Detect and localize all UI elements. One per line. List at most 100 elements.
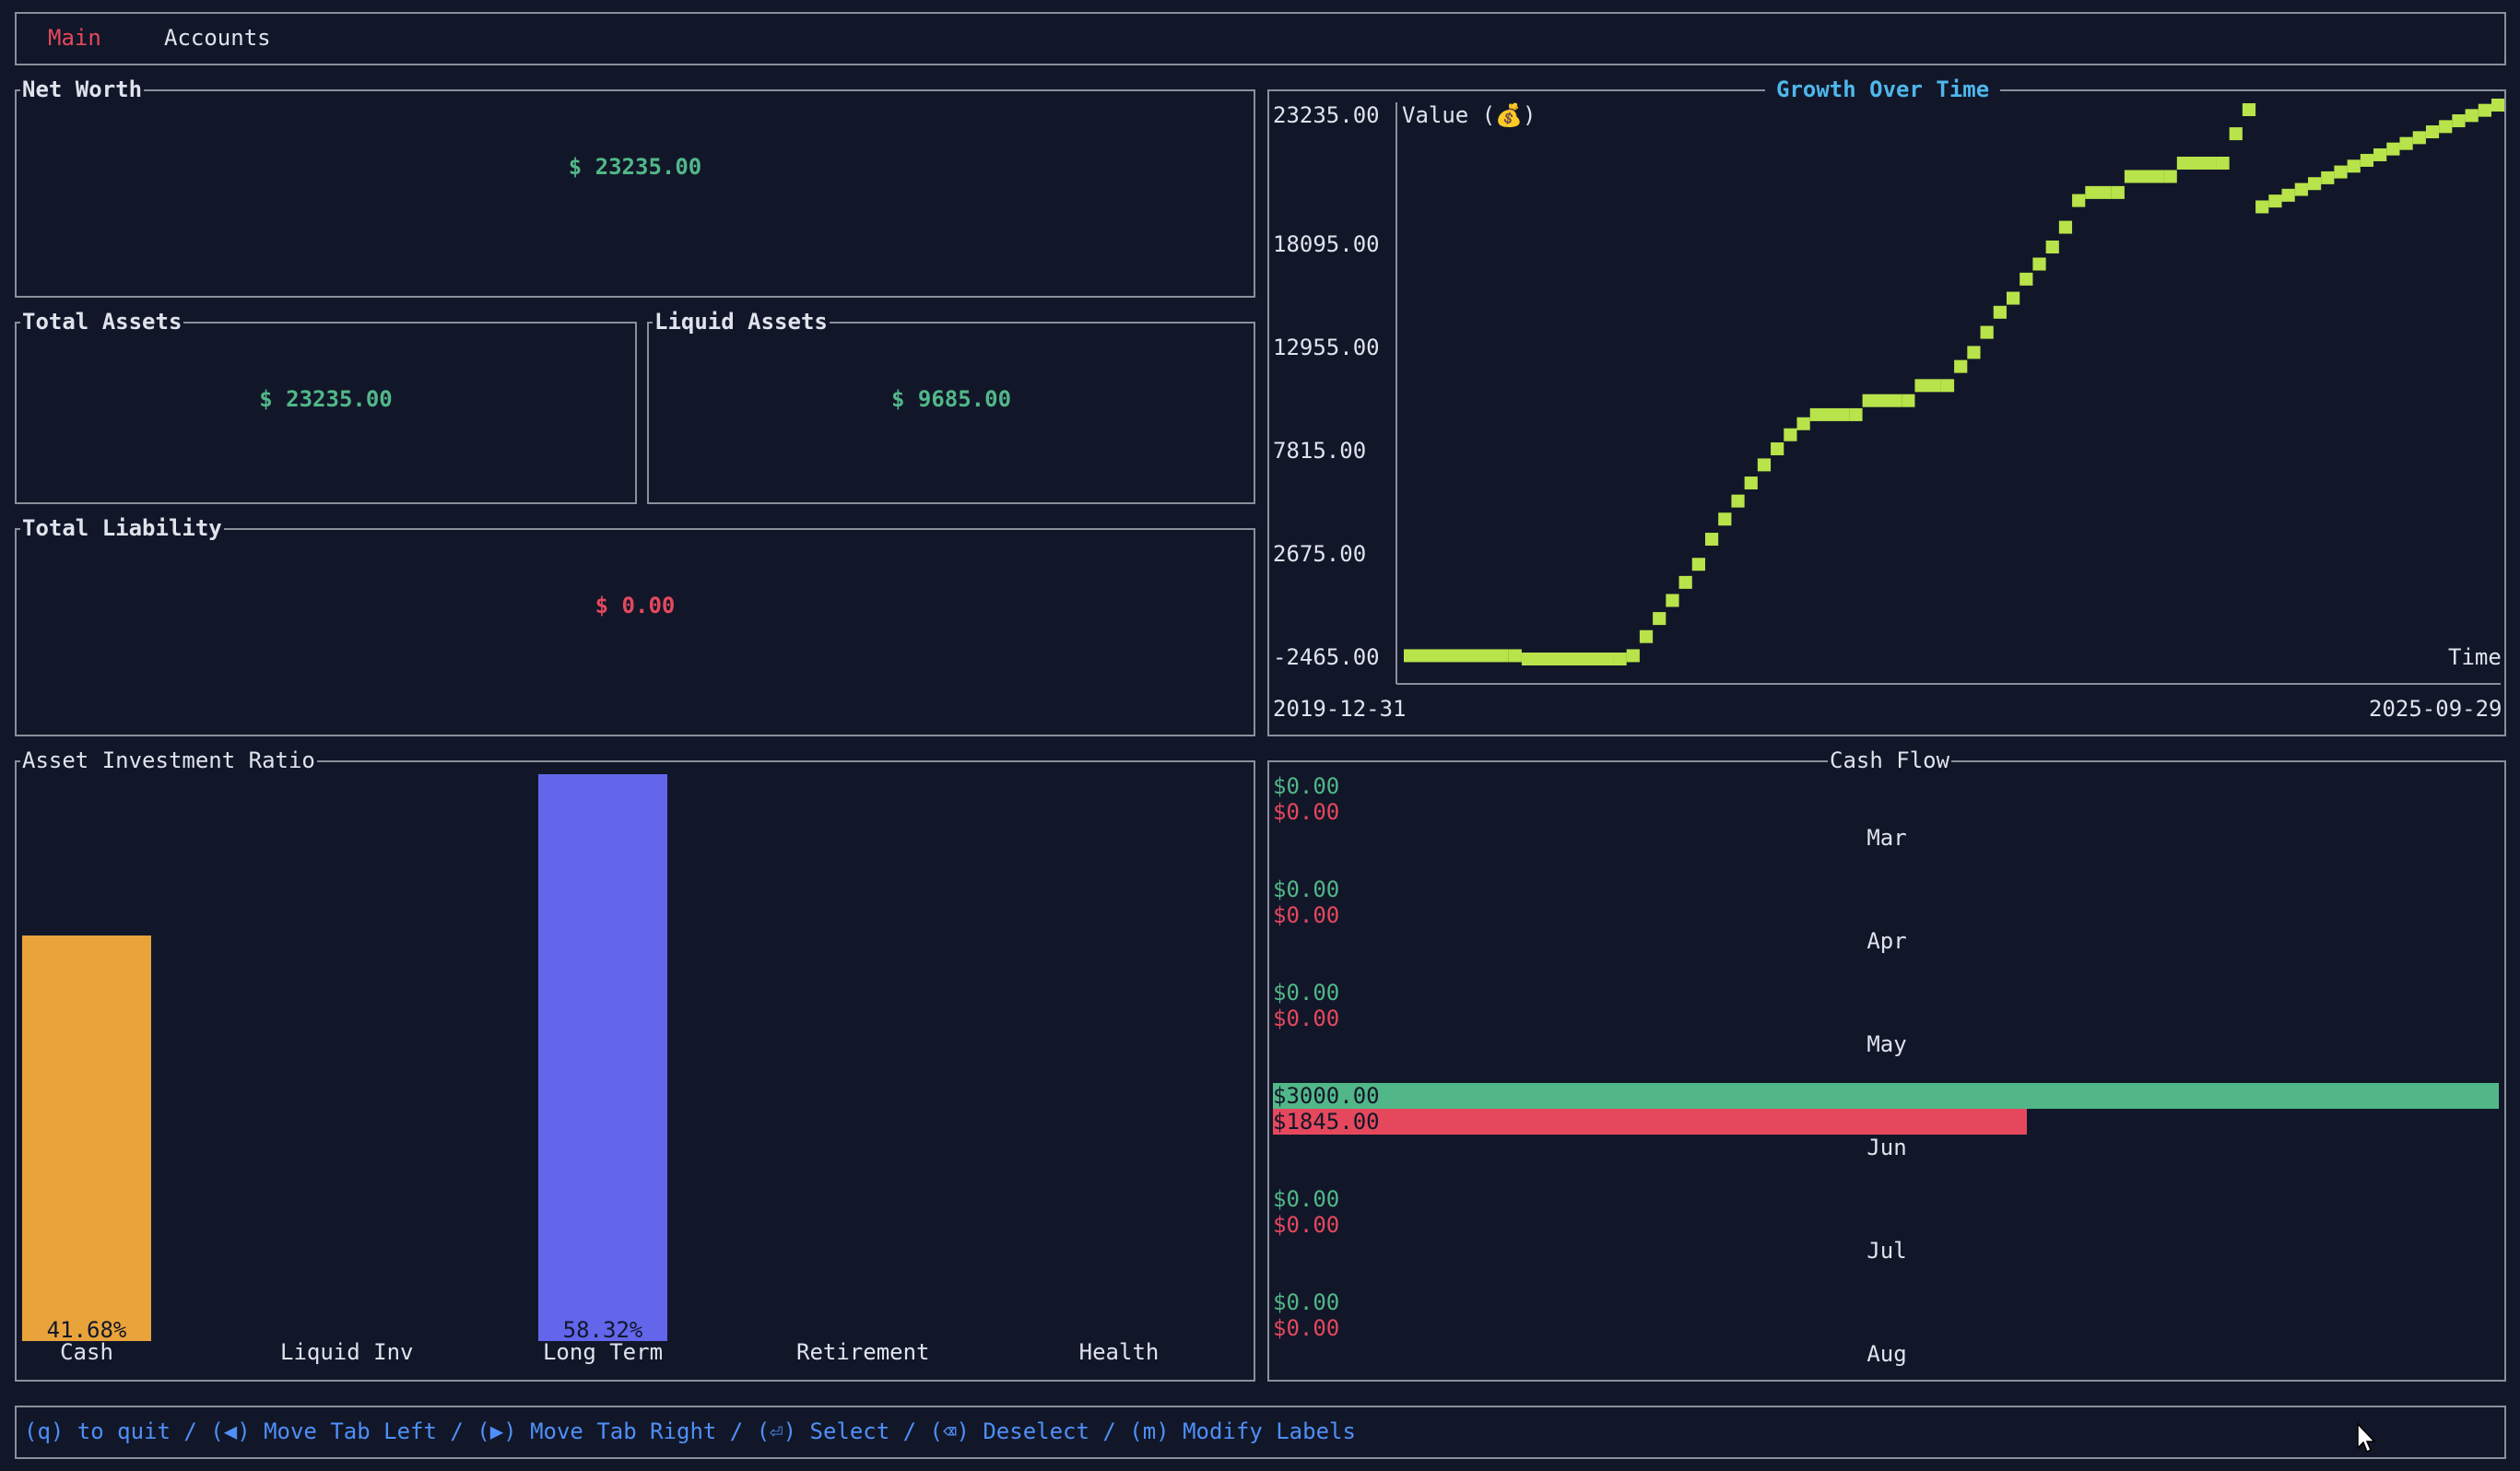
liquid-assets-panel: Liquid Assets $ 9685.00 bbox=[647, 309, 1255, 504]
cash-flow-income-label: $0.00 bbox=[1273, 1289, 1340, 1315]
growth-line-segment bbox=[2491, 99, 2504, 112]
growth-line-segment bbox=[2439, 120, 2453, 134]
growth-line-segment bbox=[1639, 630, 1654, 643]
asset-bar bbox=[538, 774, 667, 1341]
asset-bar-label: Cash bbox=[60, 1339, 113, 1365]
growth-line-segment bbox=[2373, 147, 2387, 161]
growth-line-segment bbox=[1784, 428, 1797, 441]
growth-line-segment bbox=[1691, 558, 1705, 571]
growth-line-segment bbox=[1666, 594, 1679, 607]
growth-line-segment bbox=[2072, 194, 2086, 207]
asset-bar-label: Health bbox=[1078, 1339, 1160, 1365]
growth-line-segment bbox=[1980, 325, 1994, 339]
growth-plot bbox=[1395, 99, 2504, 685]
growth-line-segment bbox=[2111, 185, 2125, 199]
asset-ratio-title: Asset Investment Ratio bbox=[20, 747, 317, 773]
growth-line-segment bbox=[1796, 417, 1810, 430]
cash-flow-panel: Cash Flow bbox=[1267, 747, 2506, 1382]
growth-line-segment bbox=[1902, 394, 1915, 407]
liquid-assets-value: $ 9685.00 bbox=[890, 386, 1012, 412]
growth-line-segment bbox=[1521, 653, 1614, 665]
growth-line-segment bbox=[1993, 305, 2007, 319]
tab-main[interactable]: Main bbox=[48, 25, 101, 51]
growth-line-segment bbox=[2478, 103, 2491, 117]
growth-line-segment bbox=[2058, 220, 2073, 234]
cash-flow-month-label: May bbox=[1866, 1031, 1907, 1057]
mouse-cursor-icon bbox=[2357, 1422, 2376, 1453]
cash-flow-month-label: Jul bbox=[1866, 1238, 1907, 1264]
growth-line-segment bbox=[2412, 131, 2426, 145]
asset-bar bbox=[22, 936, 151, 1341]
growth-line-segment bbox=[2255, 200, 2269, 214]
cash-flow-income-label: $0.00 bbox=[1273, 877, 1340, 902]
growth-line-segment bbox=[2176, 156, 2217, 170]
cash-flow-expense-label: $0.00 bbox=[1273, 799, 1340, 825]
growth-line-segment bbox=[2386, 142, 2400, 156]
growth-line-segment bbox=[1954, 359, 1968, 373]
growth-line-segment bbox=[2465, 109, 2479, 123]
growth-line-segment bbox=[1718, 512, 1732, 526]
cash-flow-month-label: Mar bbox=[1866, 825, 1907, 851]
growth-line-segment bbox=[1508, 649, 1522, 663]
growth-line-segment bbox=[1704, 533, 1719, 547]
tab-accounts[interactable]: Accounts bbox=[164, 25, 271, 51]
growth-line-segment bbox=[1653, 612, 1666, 626]
growth-line-segment bbox=[2020, 272, 2033, 286]
growth-line-segment bbox=[2085, 185, 2112, 199]
cash-flow-expense-label: $1845.00 bbox=[1273, 1109, 1380, 1135]
growth-line-segment bbox=[1809, 407, 1850, 421]
growth-line-segment bbox=[1940, 379, 1955, 393]
growth-line-segment bbox=[2360, 153, 2374, 167]
growth-line-segment bbox=[1678, 575, 1692, 589]
total-liability-title: Total Liability bbox=[20, 515, 224, 541]
cash-flow-expense-label: $0.00 bbox=[1273, 1212, 1340, 1238]
cash-flow-month-label: Aug bbox=[1866, 1341, 1907, 1367]
growth-line-segment bbox=[2399, 136, 2413, 150]
cash-flow-title: Cash Flow bbox=[1828, 747, 1952, 773]
growth-line-segment bbox=[1914, 379, 1941, 393]
cash-flow-month-label: Jun bbox=[1866, 1135, 1907, 1160]
growth-line-segment bbox=[2452, 114, 2466, 128]
liquid-assets-title: Liquid Assets bbox=[653, 309, 830, 335]
asset-bar-label: Retirement bbox=[796, 1339, 930, 1365]
growth-line-segment bbox=[1731, 494, 1745, 508]
net-worth-value: $ 23235.00 bbox=[568, 154, 702, 180]
y-tick-label: 2675.00 bbox=[1273, 541, 1367, 567]
cash-flow-expense-label: $0.00 bbox=[1273, 1006, 1340, 1031]
growth-line-segment bbox=[1613, 653, 1627, 665]
growth-line-segment bbox=[2229, 127, 2243, 141]
growth-line-segment bbox=[1967, 346, 1981, 359]
growth-line-segment bbox=[2032, 257, 2046, 271]
total-liability-panel: Total Liability $ 0.00 bbox=[15, 515, 1255, 736]
tab-bar: Main Accounts bbox=[15, 12, 2506, 65]
growth-line-segment bbox=[1862, 394, 1902, 407]
growth-line-segment bbox=[2006, 291, 2020, 305]
growth-line-segment bbox=[2281, 188, 2295, 202]
net-worth-title: Net Worth bbox=[20, 76, 145, 102]
y-tick-label: 23235.00 bbox=[1273, 102, 1380, 128]
growth-line-segment bbox=[2268, 194, 2282, 208]
growth-line-segment bbox=[2425, 125, 2440, 139]
cash-flow-expense-bar bbox=[1273, 1109, 2027, 1135]
y-tick-label: 12955.00 bbox=[1273, 335, 1380, 360]
y-tick-label: -2465.00 bbox=[1273, 644, 1380, 670]
growth-title: Growth Over Time bbox=[1765, 76, 2001, 102]
help-bar-text: (q) to quit / (◀) Move Tab Left / (▶) Mo… bbox=[24, 1418, 1356, 1444]
cash-flow-income-label: $0.00 bbox=[1273, 980, 1340, 1006]
cash-flow-income-label: $3000.00 bbox=[1273, 1083, 1380, 1109]
growth-line-segment bbox=[2334, 165, 2348, 179]
growth-line-segment bbox=[1757, 458, 1772, 472]
cash-flow-income-bar bbox=[1273, 1083, 2499, 1109]
total-assets-panel: Total Assets $ 23235.00 bbox=[15, 309, 637, 504]
asset-bar-label: Liquid Inv bbox=[280, 1339, 414, 1365]
growth-line-segment bbox=[2321, 171, 2335, 184]
total-assets-value: $ 23235.00 bbox=[259, 386, 393, 412]
cash-flow-month-label: Apr bbox=[1866, 928, 1907, 954]
growth-line-segment bbox=[1404, 649, 1509, 663]
cash-flow-expense-label: $0.00 bbox=[1273, 1315, 1340, 1341]
x-start-label: 2019-12-31 bbox=[1273, 696, 1407, 722]
cash-flow-expense-label: $0.00 bbox=[1273, 902, 1340, 928]
growth-line-segment bbox=[2347, 159, 2361, 173]
growth-line-segment bbox=[1771, 441, 1784, 455]
growth-line-segment bbox=[2124, 170, 2164, 183]
